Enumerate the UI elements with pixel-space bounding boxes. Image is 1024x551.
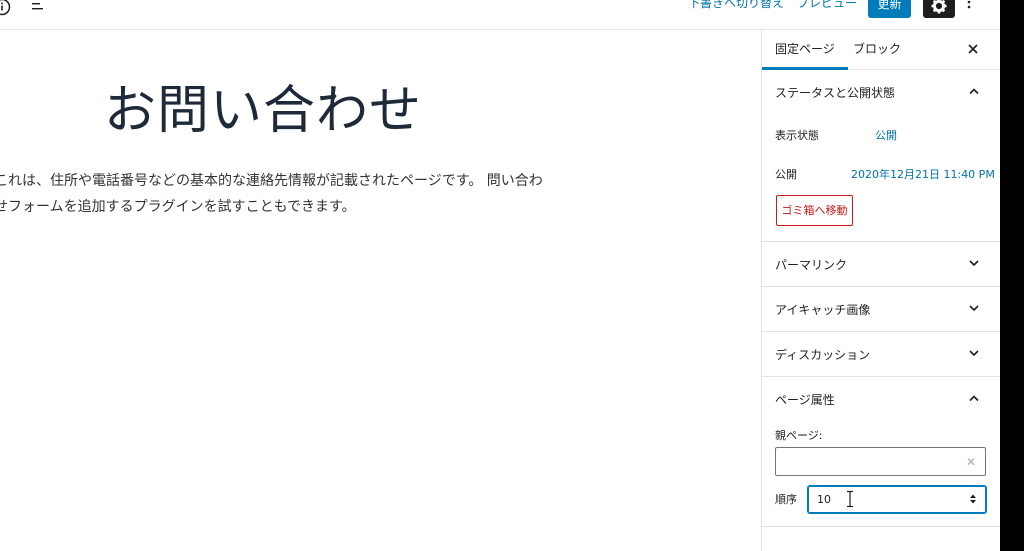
text-cursor-icon bbox=[847, 490, 853, 508]
panel-header[interactable]: ディスカッション bbox=[762, 332, 1000, 376]
tab-page[interactable]: 固定ページ bbox=[762, 30, 848, 70]
order-number-input[interactable]: 10 bbox=[808, 486, 986, 513]
tab-block[interactable]: ブロック bbox=[853, 30, 901, 70]
panel-title: ページ属性 bbox=[775, 393, 835, 407]
panel-title: ステータスと公開状態 bbox=[775, 86, 896, 100]
sidebar-tabs: 固定ページ ブロック bbox=[762, 30, 1000, 70]
panel-title: パーマリンク bbox=[775, 258, 848, 272]
page-attributes-panel: ページ属性 親ページ: ✕ 順序 10 bbox=[762, 377, 1000, 527]
panel-header[interactable]: パーマリンク bbox=[762, 242, 1000, 286]
screen-edge bbox=[1000, 0, 1024, 551]
visibility-value-link[interactable]: 公開 bbox=[875, 127, 897, 143]
page-title[interactable]: お問い合わせ bbox=[104, 68, 422, 143]
settings-button[interactable] bbox=[923, 0, 955, 18]
paragraph-block[interactable]: これは、住所や電話番号などの基本的な連絡先情報が記載されたページです。 問い合わ… bbox=[0, 168, 574, 220]
parent-page-label: 親ページ: bbox=[775, 429, 823, 442]
close-icon[interactable] bbox=[967, 43, 979, 55]
chevron-down-icon bbox=[969, 260, 979, 267]
featured-image-panel: アイキャッチ画像 bbox=[762, 287, 1000, 332]
visibility-label: 表示状態 bbox=[775, 129, 819, 142]
parent-page-combobox[interactable]: ✕ bbox=[775, 447, 986, 476]
move-to-trash-button[interactable]: ゴミ箱へ移動 bbox=[776, 195, 853, 226]
chevron-up-icon bbox=[969, 88, 979, 95]
panel-header[interactable]: ステータスと公開状態 bbox=[762, 70, 1000, 114]
top-toolbar: 下書きへ切り替え プレビュー 更新 bbox=[0, 0, 1000, 30]
settings-sidebar: 固定ページ ブロック ステータスと公開状態 表示状態 公開 公開 2020年12… bbox=[761, 30, 1000, 551]
clear-icon[interactable]: ✕ bbox=[966, 455, 976, 469]
spinner-arrows-icon[interactable] bbox=[969, 493, 977, 505]
status-visibility-panel: ステータスと公開状態 表示状態 公開 公開 2020年12月21日 11:40 … bbox=[762, 70, 1000, 242]
publish-date-link[interactable]: 2020年12月21日 11:40 PM bbox=[851, 166, 995, 182]
update-button[interactable]: 更新 bbox=[868, 0, 911, 18]
panel-title: アイキャッチ画像 bbox=[775, 303, 871, 317]
order-label: 順序 bbox=[775, 493, 797, 506]
permalink-panel: パーマリンク bbox=[762, 242, 1000, 287]
chevron-up-icon bbox=[969, 395, 979, 402]
switch-to-draft-link[interactable]: 下書きへ切り替え bbox=[688, 0, 784, 11]
list-view-icon[interactable] bbox=[30, 0, 44, 13]
more-vertical-icon[interactable] bbox=[966, 0, 972, 12]
gear-icon bbox=[931, 0, 947, 14]
order-value: 10 bbox=[817, 493, 831, 506]
info-icon[interactable] bbox=[0, 0, 11, 16]
paragraph-line: これは、住所や電話番号などの基本的な連絡先情報が記載されたページです。 問い合わ bbox=[0, 173, 543, 189]
panel-header[interactable]: アイキャッチ画像 bbox=[762, 287, 1000, 331]
panel-header[interactable]: ページ属性 bbox=[762, 377, 1000, 421]
preview-button[interactable]: プレビュー bbox=[797, 0, 857, 11]
chevron-down-icon bbox=[969, 350, 979, 357]
panel-title: ディスカッション bbox=[775, 348, 871, 362]
editor-canvas: お問い合わせ これは、住所や電話番号などの基本的な連絡先情報が記載されたページで… bbox=[0, 30, 761, 551]
paragraph-line: せフォームを追加するプラグインを試すこともできます。 bbox=[0, 199, 356, 215]
discussion-panel: ディスカッション bbox=[762, 332, 1000, 377]
chevron-down-icon bbox=[969, 305, 979, 312]
publish-label: 公開 bbox=[775, 168, 797, 181]
